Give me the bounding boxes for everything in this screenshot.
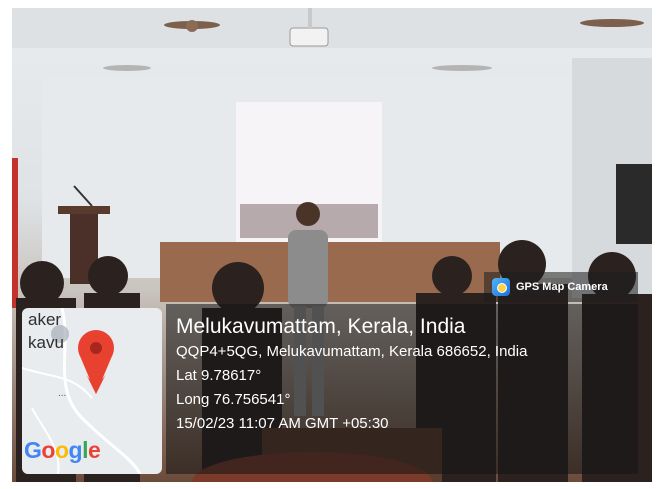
- gps-map-camera-icon: [492, 278, 510, 296]
- gps-map-camera-badge: GPS Map Camera: [484, 272, 638, 302]
- place-name: Melukavumattam, Kerala, India: [176, 315, 466, 338]
- badge-label: GPS Map Camera: [516, 281, 608, 293]
- longitude-line: Long 76.756541°: [176, 391, 291, 408]
- location-minimap: ... aker kavu Google: [22, 308, 162, 474]
- address-line: QQP4+5QG, Melukavumattam, Kerala 686652,…: [176, 343, 528, 360]
- latitude-line: Lat 9.78617°: [176, 367, 262, 384]
- google-logo: Google: [24, 437, 101, 463]
- location-info-panel: Melukavumattam, Kerala, India QQP4+5QG, …: [166, 304, 638, 474]
- datetime-line: 15/02/23 11:07 AM GMT +05:30: [176, 415, 389, 432]
